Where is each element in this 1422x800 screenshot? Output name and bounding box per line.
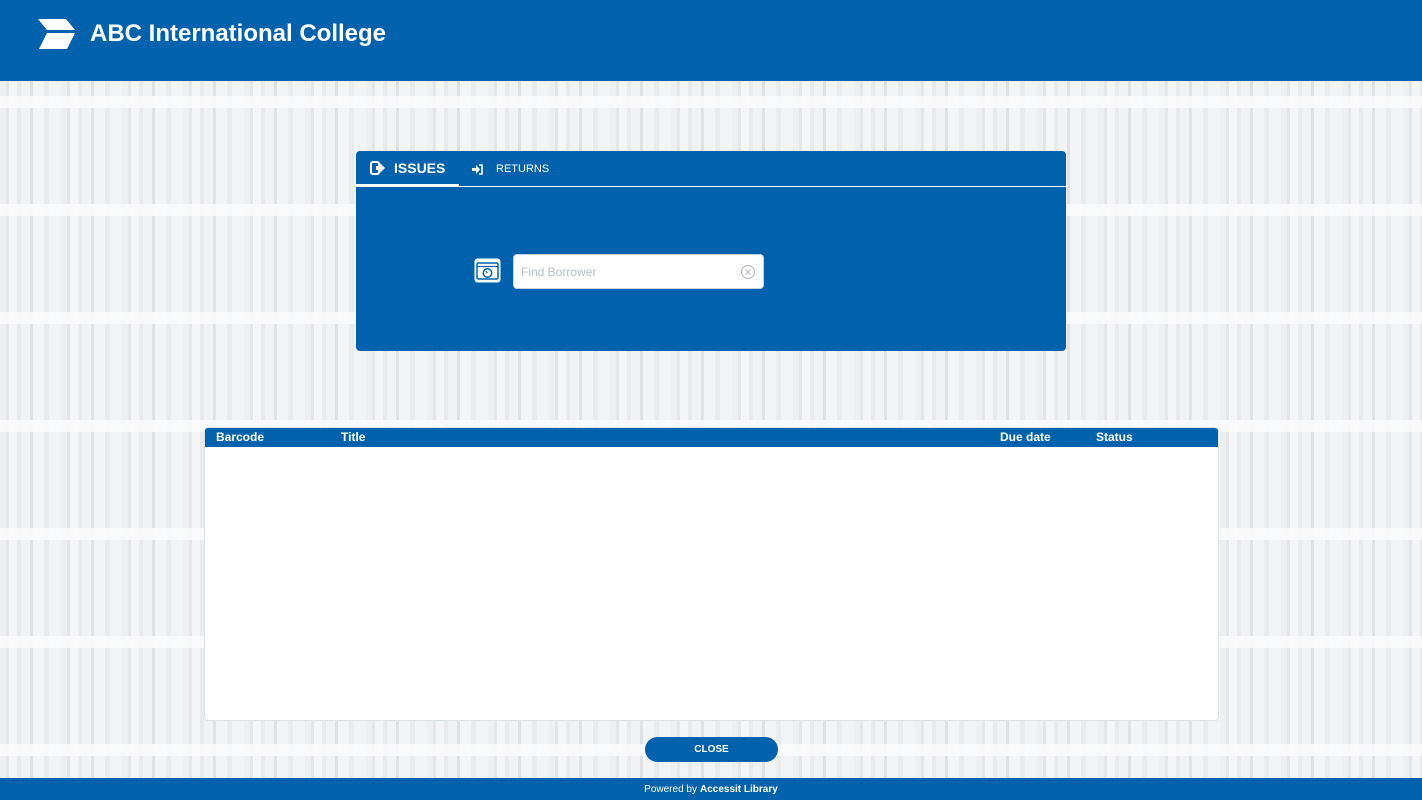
column-header-status[interactable]: Status — [1096, 430, 1133, 444]
chevron-logo-icon — [38, 19, 75, 49]
tab-returns-label: RETURNS — [496, 163, 550, 175]
app-footer: Powered by Accessit Library — [0, 778, 1422, 800]
column-header-due-date[interactable]: Due date — [1000, 430, 1051, 444]
college-name: ABC International College — [90, 20, 387, 47]
sign-in-icon — [472, 163, 483, 175]
tab-issues-label: ISSUES — [394, 159, 446, 176]
footer-brand[interactable]: Accessit Library — [700, 784, 778, 795]
tab-issues[interactable]: ISSUES — [356, 151, 459, 187]
close-button[interactable]: CLOSE — [645, 737, 778, 762]
camera-icon[interactable] — [474, 258, 501, 283]
loans-table: Barcode Title Due date Status — [204, 427, 1219, 721]
borrower-search-input[interactable] — [514, 255, 734, 288]
clear-circle-icon[interactable] — [740, 264, 756, 280]
app-header: ABC International College — [0, 0, 1422, 81]
tab-returns[interactable]: RETURNS — [472, 151, 549, 187]
circulation-panel: ISSUES RETURNS — [356, 151, 1066, 351]
tab-bar: ISSUES RETURNS — [356, 151, 1066, 187]
column-header-barcode[interactable]: Barcode — [216, 430, 264, 444]
table-header: Barcode Title Due date Status — [205, 428, 1218, 447]
footer-prefix: Powered by — [644, 783, 697, 795]
column-header-title[interactable]: Title — [341, 430, 365, 444]
borrower-search-box — [513, 254, 764, 289]
sign-out-icon — [370, 160, 385, 175]
